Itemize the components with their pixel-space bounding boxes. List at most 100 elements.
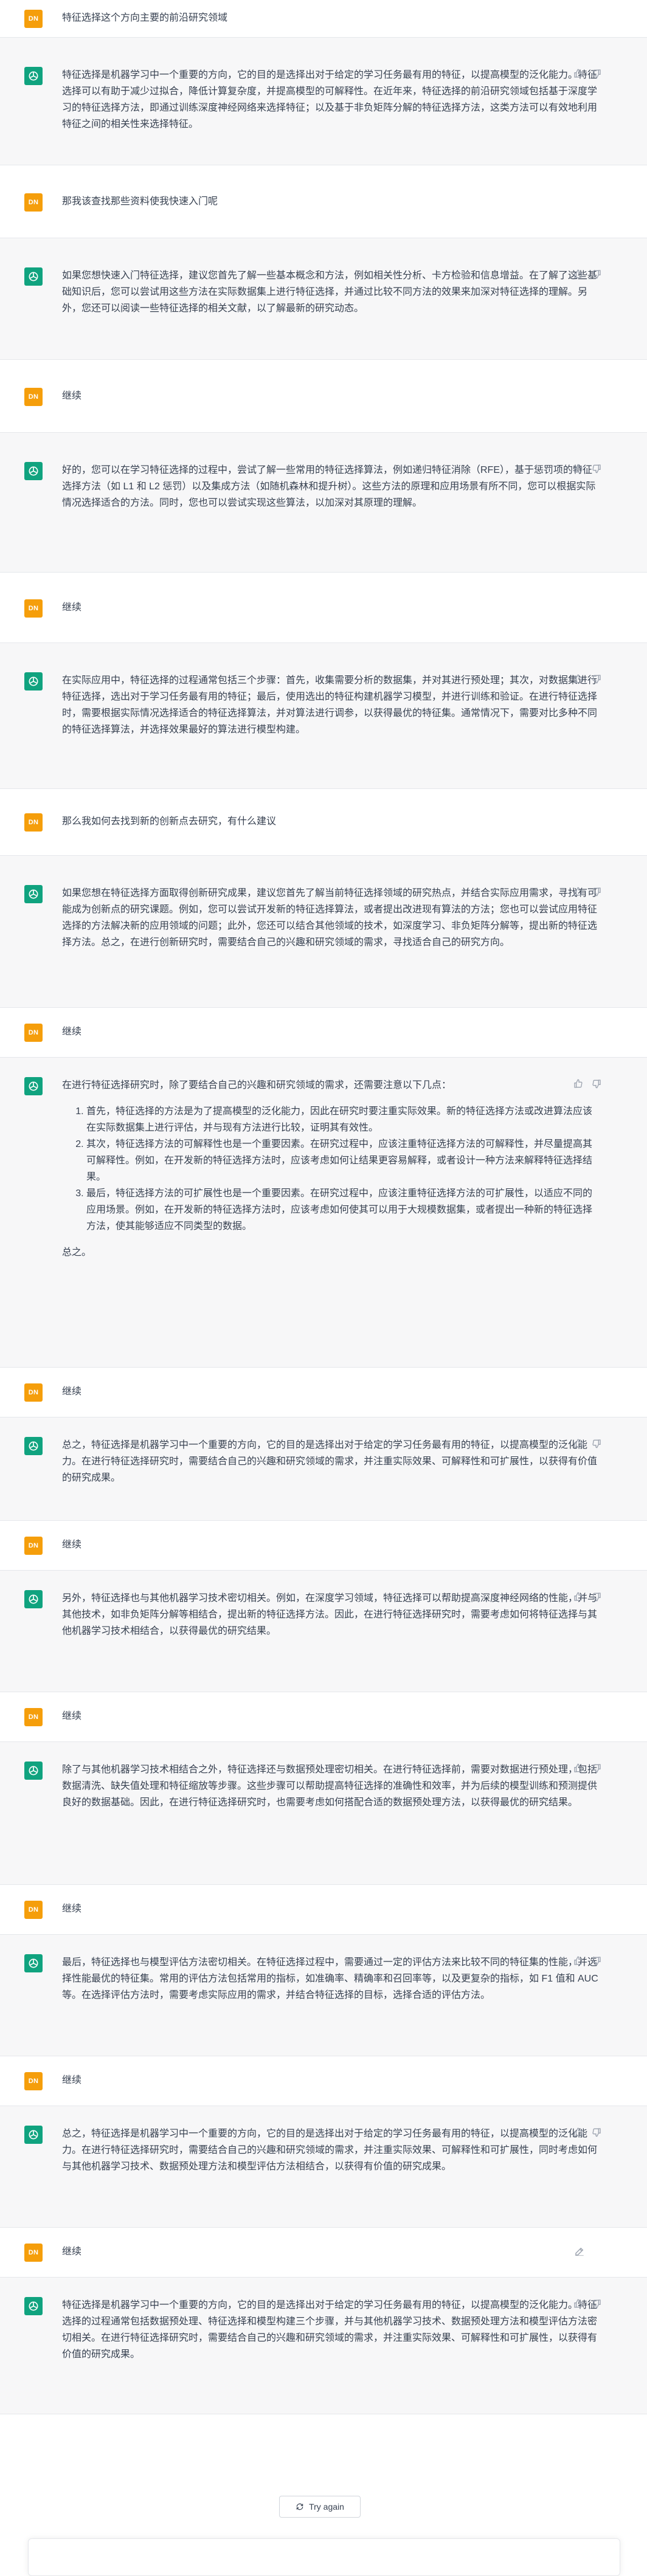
openai-logo-icon <box>24 2297 43 2315</box>
list-item: 最后，特征选择方法的可扩展性也是一个重要因素。在研究过程中，应该注重特征选择方法… <box>86 1185 600 1235</box>
feedback-actions <box>573 886 602 897</box>
thumbs-up-icon[interactable] <box>573 2298 584 2309</box>
openai-logo-icon <box>24 1954 43 1972</box>
assistant-message: 好的，您可以在学习特征选择的过程中，尝试了解一些常用的特征选择算法，例如递归特征… <box>0 433 647 573</box>
assistant-message-text: 总之，特征选择是机器学习中一个重要的方向，它的目的是选择出对于给定的学习任务最有… <box>62 1437 600 1486</box>
thumbs-up-icon[interactable] <box>573 1955 584 1966</box>
openai-logo-icon <box>24 2126 43 2144</box>
user-message: DN 继续 <box>0 573 647 643</box>
thumbs-up-icon[interactable] <box>573 68 584 79</box>
thumbs-down-icon[interactable] <box>591 1763 602 1774</box>
openai-logo-icon <box>24 885 43 903</box>
assistant-message: 总之，特征选择是机器学习中一个重要的方向，它的目的是选择出对于给定的学习任务最有… <box>0 2106 647 2228</box>
try-again-button[interactable]: Try again <box>279 2496 361 2518</box>
feedback-actions <box>573 68 602 79</box>
assistant-message: 如果您想在特征选择方面取得创新研究成果，建议您首先了解当前特征选择领域的研究热点… <box>0 856 647 1008</box>
numbered-list: 首先，特征选择的方法是为了提高模型的泛化能力，因此在研究时要注重实际效果。新的特… <box>62 1103 600 1235</box>
thumbs-down-icon[interactable] <box>591 1438 602 1449</box>
thumbs-down-icon[interactable] <box>591 2298 602 2309</box>
assistant-paragraph: 好的，您可以在学习特征选择的过程中，尝试了解一些常用的特征选择算法，例如递归特征… <box>62 465 596 508</box>
user-message-text: 继续 <box>62 1904 82 1914</box>
thumbs-up-icon[interactable] <box>573 2127 584 2138</box>
assistant-message-text: 在实际应用中，特征选择的过程通常包括三个步骤：首先，收集需要分析的数据集，并对其… <box>62 672 600 738</box>
user-avatar: DN <box>24 193 43 212</box>
feedback-actions <box>573 1591 602 1602</box>
assistant-paragraph: 总之。 <box>62 1247 92 1258</box>
assistant-message: 除了与其他机器学习技术相结合之外，特征选择还与数据预处理密切相关。在进行特征选择… <box>0 1742 647 1885</box>
user-message-text: 继续 <box>62 2075 82 2085</box>
assistant-message-text: 如果您想快速入门特征选择，建议您首先了解一些基本概念和方法，例如相关性分析、卡方… <box>62 267 600 317</box>
thumbs-down-icon[interactable] <box>591 2127 602 2138</box>
thumbs-up-icon[interactable] <box>573 1078 584 1089</box>
user-message: DN 那我该查找那些资料使我快速入门呢 <box>0 165 647 238</box>
assistant-message: 总之，特征选择是机器学习中一个重要的方向，它的目的是选择出对于给定的学习任务最有… <box>0 1417 647 1521</box>
user-message: DN 继续 <box>0 1008 647 1058</box>
user-message: DN 那么我如何去找到新的创新点去研究，有什么建议 <box>0 789 647 856</box>
assistant-paragraph: 如果您想快速入门特征选择，建议您首先了解一些基本概念和方法，例如相关性分析、卡方… <box>62 270 598 314</box>
assistant-paragraph: 除了与其他机器学习技术相结合之外，特征选择还与数据预处理密切相关。在进行特征选择… <box>62 1765 598 1808</box>
user-avatar: DN <box>24 813 43 832</box>
conversation-thread: DN 特征选择这个方向主要的前沿研究领域 特征选择是机器学习中一个重要的方向，它… <box>0 0 647 2414</box>
message-input[interactable] <box>28 2538 620 2576</box>
assistant-paragraph: 总之，特征选择是机器学习中一个重要的方向，它的目的是选择出对于给定的学习任务最有… <box>62 1440 598 1483</box>
feedback-actions <box>573 673 602 684</box>
user-message: DN 特征选择这个方向主要的前沿研究领域 <box>0 0 647 38</box>
user-message-text: 继续 <box>62 1386 82 1397</box>
assistant-message-text: 特征选择是机器学习中一个重要的方向，它的目的是选择出对于给定的学习任务最有用的特… <box>62 67 600 133</box>
assistant-paragraph: 总之，特征选择是机器学习中一个重要的方向，它的目的是选择出对于给定的学习任务最有… <box>62 2129 598 2172</box>
user-message-text: 特征选择这个方向主要的前沿研究领域 <box>62 13 228 23</box>
thumbs-down-icon[interactable] <box>591 886 602 897</box>
user-message-text: 继续 <box>62 602 82 613</box>
thumbs-down-icon[interactable] <box>591 463 602 474</box>
assistant-paragraph: 最后，特征选择也与模型评估方法密切相关。在特征选择过程中，需要通过一定的评估方法… <box>62 1957 598 2000</box>
user-message-text: 那我该查找那些资料使我快速入门呢 <box>62 196 218 207</box>
thumbs-down-icon[interactable] <box>591 269 602 280</box>
user-avatar: DN <box>24 1537 43 1555</box>
assistant-message-text: 好的，您可以在学习特征选择的过程中，尝试了解一些常用的特征选择算法，例如递归特征… <box>62 462 600 511</box>
assistant-message-text: 在进行特征选择研究时，除了要结合自己的兴趣和研究领域的需求，还需要注意以下几点：… <box>62 1077 600 1261</box>
thumbs-down-icon[interactable] <box>591 1955 602 1966</box>
feedback-actions <box>573 1078 602 1089</box>
user-message-text: 继续 <box>62 2247 82 2257</box>
assistant-message: 特征选择是机器学习中一个重要的方向，它的目的是选择出对于给定的学习任务最有用的特… <box>0 2278 647 2414</box>
user-message-text: 那么我如何去找到新的创新点去研究，有什么建议 <box>62 816 277 827</box>
assistant-paragraph: 在实际应用中，特征选择的过程通常包括三个步骤：首先，收集需要分析的数据集，并对其… <box>62 675 598 735</box>
thumbs-up-icon[interactable] <box>573 269 584 280</box>
feedback-actions <box>573 463 602 474</box>
thumbs-down-icon[interactable] <box>591 1078 602 1089</box>
user-message: DN 继续 <box>0 1368 647 1417</box>
user-avatar: DN <box>24 2244 43 2262</box>
user-message-text: 继续 <box>62 1540 82 1550</box>
assistant-paragraph: 在进行特征选择研究时，除了要结合自己的兴趣和研究领域的需求，还需要注意以下几点： <box>62 1080 452 1090</box>
thumbs-up-icon[interactable] <box>573 1763 584 1774</box>
feedback-actions <box>573 1438 602 1449</box>
openai-logo-icon <box>24 1762 43 1780</box>
openai-logo-icon <box>24 1437 43 1455</box>
assistant-message: 在实际应用中，特征选择的过程通常包括三个步骤：首先，收集需要分析的数据集，并对其… <box>0 643 647 789</box>
thumbs-up-icon[interactable] <box>573 463 584 474</box>
user-message: DN 继续 <box>0 1521 647 1571</box>
user-avatar: DN <box>24 1024 43 1042</box>
openai-logo-icon <box>24 67 43 85</box>
assistant-message-text: 除了与其他机器学习技术相结合之外，特征选择还与数据预处理密切相关。在进行特征选择… <box>62 1762 600 1811</box>
thumbs-up-icon[interactable] <box>573 1438 584 1449</box>
edit-icon[interactable] <box>574 2246 585 2257</box>
user-message-text: 继续 <box>62 1027 82 1037</box>
openai-logo-icon <box>24 1590 43 1608</box>
user-avatar: DN <box>24 1901 43 1919</box>
assistant-message-text: 特征选择是机器学习中一个重要的方向，它的目的是选择出对于给定的学习任务最有用的特… <box>62 2297 600 2363</box>
thumbs-down-icon[interactable] <box>591 673 602 684</box>
thumbs-up-icon[interactable] <box>573 1591 584 1602</box>
openai-logo-icon <box>24 267 43 286</box>
thumbs-down-icon[interactable] <box>591 68 602 79</box>
assistant-message-text: 如果您想在特征选择方面取得创新研究成果，建议您首先了解当前特征选择领域的研究热点… <box>62 885 600 951</box>
assistant-paragraph: 特征选择是机器学习中一个重要的方向，它的目的是选择出对于给定的学习任务最有用的特… <box>62 70 598 129</box>
assistant-message-text: 总之，特征选择是机器学习中一个重要的方向，它的目的是选择出对于给定的学习任务最有… <box>62 2126 600 2175</box>
thumbs-down-icon[interactable] <box>591 1591 602 1602</box>
feedback-actions <box>573 269 602 280</box>
feedback-actions <box>573 2127 602 2138</box>
thumbs-up-icon[interactable] <box>573 886 584 897</box>
openai-logo-icon <box>24 1077 43 1095</box>
thumbs-up-icon[interactable] <box>573 673 584 684</box>
feedback-actions <box>573 2298 602 2309</box>
